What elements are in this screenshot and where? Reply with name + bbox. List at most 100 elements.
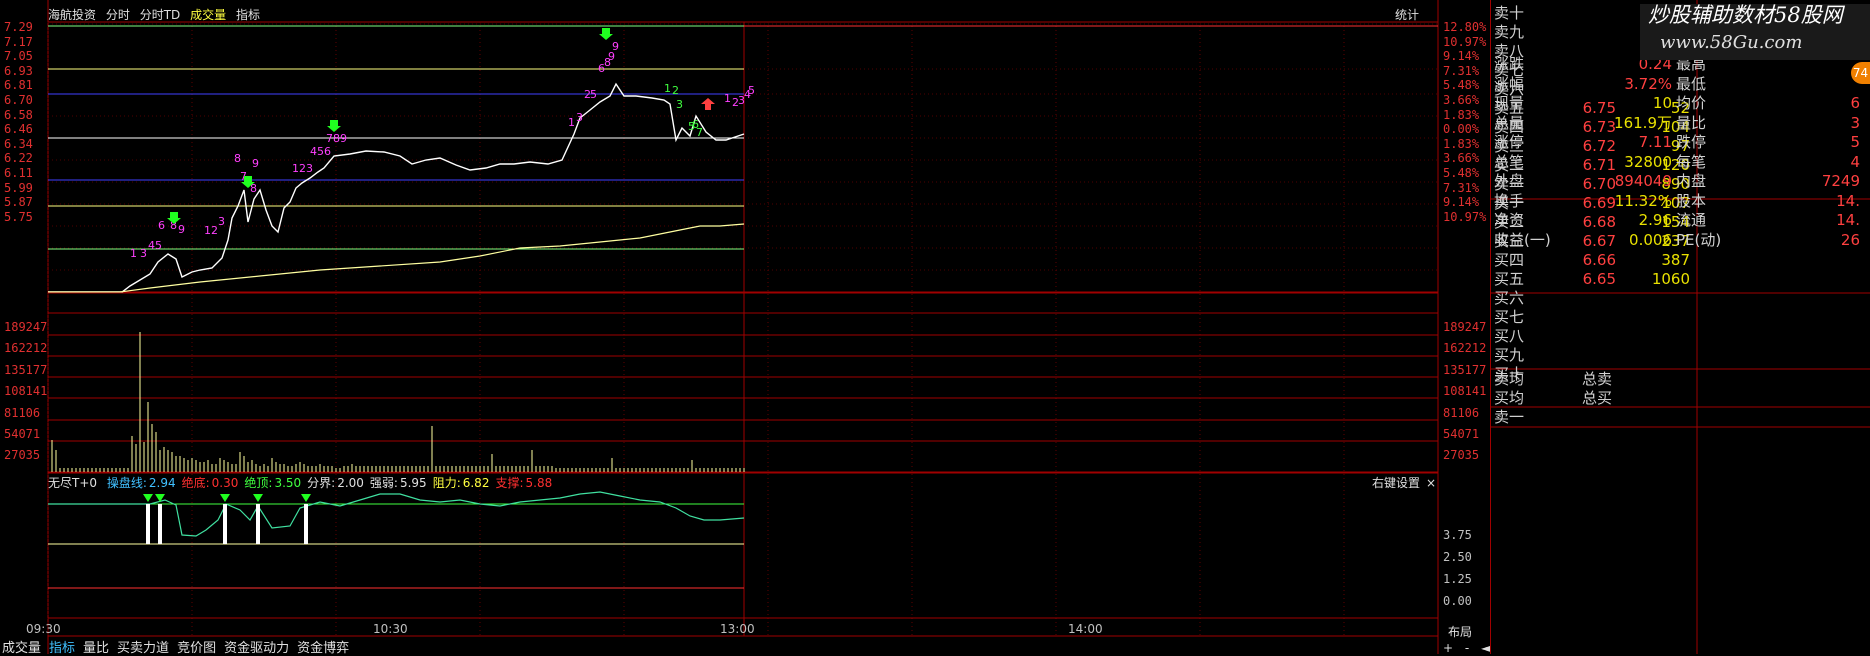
signal-bar bbox=[304, 504, 308, 544]
stats-label: 净资 bbox=[1494, 211, 1525, 229]
td-mark: 9 bbox=[178, 223, 185, 236]
stats-label: 涨幅 bbox=[1494, 74, 1525, 93]
td-mark: 5 bbox=[748, 84, 755, 97]
td-mark: 9 bbox=[612, 40, 619, 53]
stats-value-2: 5 bbox=[1850, 133, 1860, 151]
stats-row: 换手 11.32% 股本 14. bbox=[1490, 191, 1870, 211]
indicator-axis-label: 3.75 bbox=[1443, 528, 1472, 542]
td-mark: 1 bbox=[130, 247, 137, 260]
stats-value: 32800 bbox=[1624, 152, 1672, 171]
last-row: 卖一 bbox=[1490, 408, 1870, 427]
indicator-item: 绝顶: 3.50 bbox=[244, 476, 301, 490]
td-mark: 7 bbox=[696, 126, 703, 139]
stats-label-2: 跌停 bbox=[1676, 133, 1707, 151]
red-up-arrow-icon bbox=[701, 98, 715, 110]
volume-label-left: 162212 bbox=[4, 341, 48, 356]
order-label: 买九 bbox=[1494, 346, 1525, 364]
stats-label-2: 每笔 bbox=[1676, 152, 1707, 171]
buy-row[interactable]: 买五 6.65 1060 bbox=[1490, 270, 1870, 289]
chart-area[interactable]: 1 3 45 6 8 9 12 3 8 7 8 9 123 456 789 1 3 2 5 6 8 9 9 1 2 3 5 6 7 1 2 3… bbox=[0, 0, 1490, 656]
order-label: 买五 bbox=[1494, 270, 1525, 288]
order-label: 买四 bbox=[1494, 251, 1525, 269]
price-label-left: 6.11 bbox=[4, 166, 33, 180]
tab-intraday-td[interactable]: 分时TD bbox=[140, 8, 181, 22]
stats-value: 894049 bbox=[1614, 172, 1672, 190]
price-label-left: 5.99 bbox=[4, 180, 33, 195]
zoom-controls: + - ◄ bbox=[1443, 641, 1490, 655]
stats-label: 涨停 bbox=[1494, 133, 1525, 151]
stats-label-2: 流通 bbox=[1676, 211, 1707, 229]
buy-row[interactable]: 买四 6.66 387 bbox=[1490, 251, 1870, 270]
stats-value: 7.11 bbox=[1638, 133, 1672, 151]
signal-bar bbox=[158, 504, 162, 544]
buy-row[interactable]: 买九 bbox=[1490, 346, 1870, 365]
settings-label[interactable]: 右键设置 bbox=[1372, 476, 1420, 490]
stats-value: 161.9万 bbox=[1614, 113, 1672, 132]
signal-bar bbox=[256, 504, 260, 544]
price-label-left: 6.81 bbox=[4, 78, 33, 93]
stats-label-2: 最低 bbox=[1676, 74, 1707, 93]
indicator-item-value: 3.50 bbox=[274, 476, 302, 490]
tab-indicator[interactable]: 指标 bbox=[236, 8, 260, 22]
volume-label-right: 189247 bbox=[1443, 320, 1487, 334]
signal-bar bbox=[146, 504, 150, 544]
buy-row[interactable]: 买七 bbox=[1490, 308, 1870, 327]
td-mark: 3 bbox=[140, 247, 147, 260]
td-mark: 9 bbox=[252, 157, 259, 170]
green-down-arrow-icon bbox=[599, 28, 613, 40]
indicator-item-value: 5.88 bbox=[525, 476, 553, 490]
order-label: 买六 bbox=[1494, 289, 1525, 307]
green-down-arrow-icon bbox=[327, 120, 341, 132]
time-label: 10:30 bbox=[373, 622, 408, 636]
indicator-item: 支撑: 5.88 bbox=[495, 476, 552, 490]
volume-label-left: 108141 bbox=[4, 384, 48, 399]
indicator-item-value: 5.95 bbox=[399, 476, 427, 490]
badge-icon[interactable]: 74 bbox=[1851, 62, 1870, 84]
stats-row: 现量 10 均价 6 bbox=[1490, 93, 1870, 113]
order-price: 6.65 bbox=[1582, 270, 1616, 288]
price-label-right: 12.80% bbox=[1443, 20, 1487, 34]
stats-label-2: 均价 bbox=[1676, 94, 1707, 112]
price-label-left: 5.75 bbox=[4, 209, 33, 224]
avg-price-line bbox=[48, 223, 745, 293]
close-icon[interactable]: × bbox=[1426, 476, 1436, 490]
td-mark: 3 bbox=[676, 98, 683, 111]
td-mark: 789 bbox=[326, 132, 347, 145]
scroll-left-button[interactable]: ◄ bbox=[1481, 641, 1490, 655]
tally-button[interactable]: 统计 bbox=[1395, 8, 1419, 22]
signal-arrow-icon bbox=[143, 494, 153, 502]
order-label: 买七 bbox=[1494, 308, 1525, 326]
price-label-left: 6.58 bbox=[4, 107, 33, 122]
stats-value-2: 6 bbox=[1850, 94, 1860, 112]
indicator-item-value: 0.30 bbox=[211, 476, 239, 490]
zoom-in-button[interactable]: + bbox=[1443, 641, 1453, 655]
price-label-right: 5.48% bbox=[1443, 78, 1480, 93]
price-label-right: 5.48% bbox=[1443, 166, 1480, 180]
price-label-right: 9.14% bbox=[1443, 49, 1480, 64]
time-label: 13:00 bbox=[720, 622, 755, 636]
tab-intraday[interactable]: 分时 bbox=[106, 8, 130, 22]
price-label-right: 1.83% bbox=[1443, 107, 1480, 122]
volume-label-right: 27035 bbox=[1443, 448, 1480, 463]
indicator-name[interactable]: 无尽T+0 bbox=[48, 476, 97, 490]
indicator-item-value: 2.94 bbox=[148, 476, 176, 490]
signal-arrow-icon bbox=[301, 494, 311, 502]
buy-row[interactable]: 买六 bbox=[1490, 289, 1870, 308]
avg-label: 卖均 bbox=[1494, 370, 1525, 388]
stats-label-2: 内盘 bbox=[1676, 172, 1707, 190]
order-volume: 1060 bbox=[1651, 270, 1690, 288]
zoom-out-button[interactable]: - bbox=[1465, 641, 1469, 655]
layout-button[interactable]: 布局 bbox=[1448, 625, 1472, 639]
buy-row[interactable]: 买八 bbox=[1490, 327, 1870, 346]
price-label-right: 10.97% bbox=[1443, 209, 1487, 224]
stock-name[interactable]: 海航投资 bbox=[48, 8, 96, 22]
price-label-left: 7.17 bbox=[4, 34, 33, 49]
signal-arrow-icon bbox=[220, 494, 230, 502]
td-mark: 2 bbox=[672, 84, 679, 97]
stats-row: 净资 2.96 流通 14. bbox=[1490, 210, 1870, 230]
indicator-axis-label: 1.25 bbox=[1443, 572, 1472, 586]
tab-volume[interactable]: 成交量 bbox=[190, 8, 226, 22]
price-label-right: 1.83% bbox=[1443, 136, 1480, 151]
stats-row: 收益(一) 0.006 PE(动) 26 bbox=[1490, 230, 1870, 250]
volume-label-right: 81106 bbox=[1443, 405, 1480, 420]
